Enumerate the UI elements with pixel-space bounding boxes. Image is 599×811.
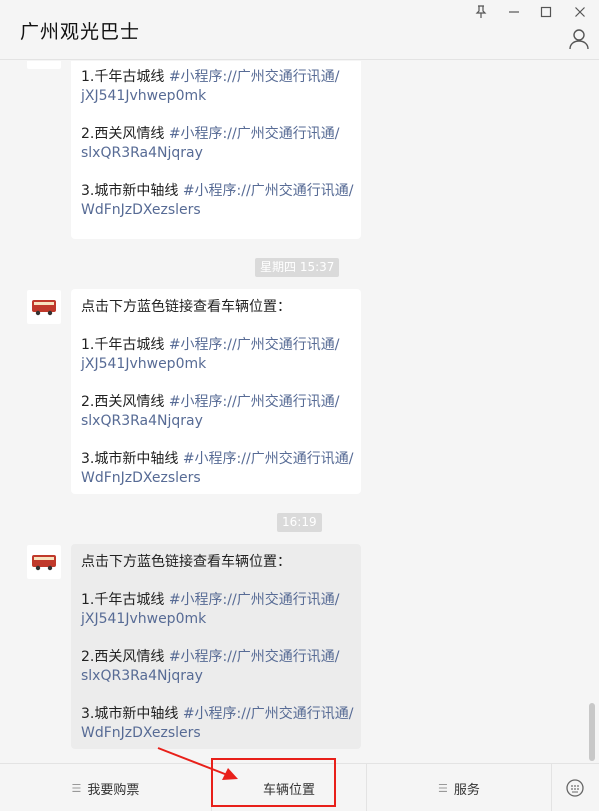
route-line-cont: WdFnJzDXezslers [81,724,201,743]
route-line: 1.千年古城线 #小程序://广州交通行讯通/ [81,69,340,85]
title-bar: 广州观光巴士 [0,0,599,60]
menu-item-label: 车辆位置 [262,782,315,798]
menu-lines-icon: ☰ [438,781,448,795]
route-line: 2.西关风情线 #小程序://广州交通行讯通/ [81,394,340,410]
miniprogram-link[interactable]: jXJ541Jvhwep0mk [81,611,206,627]
keyboard-toggle-button[interactable] [551,764,599,811]
maximize-button[interactable] [531,2,561,22]
keyboard-toggle-icon [566,779,584,797]
route-line: 2.西关风情线 #小程序://广州交通行讯通/ [81,126,340,142]
avatar[interactable] [27,61,61,69]
route-line-cont: slxQR3Ra4Njqray [81,144,203,163]
miniprogram-link[interactable]: #小程序://广州交通行讯通/ [169,69,340,85]
menu-buy-tickets[interactable]: ☰ 我要购票 [0,764,211,811]
miniprogram-link[interactable]: WdFnJzDXezslers [81,202,201,218]
message-intro: 点击下方蓝色链接查看车辆位置： [81,299,291,315]
route-line: 1.千年古城线 #小程序://广州交通行讯通/ [81,337,340,353]
user-profile-icon [569,29,589,50]
minimize-button[interactable] [499,2,529,22]
close-button[interactable] [565,2,595,22]
miniprogram-link[interactable]: #小程序://广州交通行讯通/ [183,706,354,722]
route-line-cont: WdFnJzDXezslers [81,469,201,488]
bus-logo-icon [30,61,58,62]
miniprogram-link[interactable]: jXJ541Jvhwep0mk [81,88,206,104]
miniprogram-link[interactable]: #小程序://广州交通行讯通/ [169,337,340,353]
miniprogram-link[interactable]: #小程序://广州交通行讯通/ [169,649,340,665]
timestamp: 星期四 15:37 [255,258,340,277]
miniprogram-link[interactable]: slxQR3Ra4Njqray [81,145,203,161]
route-line-cont: slxQR3Ra4Njqray [81,667,203,686]
profile-button[interactable] [567,28,591,50]
miniprogram-link[interactable]: #小程序://广州交通行讯通/ [183,451,354,467]
route-line-cont: WdFnJzDXezslers [81,201,201,220]
menu-services[interactable]: ☰ 服务 [367,764,551,811]
bus-logo-icon [32,300,56,316]
chat-area[interactable]: 1.千年古城线 #小程序://广州交通行讯通/ jXJ541Jvhwep0mk … [0,61,599,763]
message-intro: 点击下方蓝色链接查看车辆位置： [81,554,291,570]
message-bubble[interactable]: 1.千年古城线 #小程序://广州交通行讯通/ jXJ541Jvhwep0mk … [71,61,361,239]
menu-item-label: 我要购票 [87,782,140,798]
route-line-cont: slxQR3Ra4Njqray [81,412,203,431]
miniprogram-link[interactable]: WdFnJzDXezslers [81,725,201,741]
message-bubble[interactable]: 点击下方蓝色链接查看车辆位置： 1.千年古城线 #小程序://广州交通行讯通/ … [71,289,361,494]
minimize-icon [509,11,519,13]
miniprogram-link[interactable]: #小程序://广州交通行讯通/ [169,592,340,608]
timestamp: 16:19 [277,513,322,532]
route-line-cont: jXJ541Jvhwep0mk [81,355,206,374]
route-line: 3.城市新中轴线 #小程序://广州交通行讯通/ [81,451,354,467]
window-title: 广州观光巴士 [20,21,141,43]
miniprogram-link[interactable]: jXJ541Jvhwep0mk [81,356,206,372]
menu-vehicle-location[interactable]: 车辆位置 [212,764,366,811]
route-line: 3.城市新中轴线 #小程序://广州交通行讯通/ [81,183,354,199]
miniprogram-link[interactable]: slxQR3Ra4Njqray [81,413,203,429]
menu-lines-icon: ☰ [71,781,82,795]
miniprogram-link[interactable]: slxQR3Ra4Njqray [81,668,203,684]
miniprogram-link[interactable]: #小程序://广州交通行讯通/ [169,394,340,410]
route-line-cont: jXJ541Jvhwep0mk [81,87,206,106]
bus-logo-icon [32,555,56,571]
miniprogram-link[interactable]: #小程序://广州交通行讯通/ [183,183,354,199]
official-account-menu: ☰ 我要购票 车辆位置 ☰ 服务 [0,763,599,811]
pin-button[interactable] [466,2,496,22]
route-line-cont: jXJ541Jvhwep0mk [81,610,206,629]
miniprogram-link[interactable]: WdFnJzDXezslers [81,470,201,486]
chat-scrollbar[interactable] [589,703,595,761]
route-line: 3.城市新中轴线 #小程序://广州交通行讯通/ [81,706,354,722]
maximize-icon [540,6,552,18]
avatar[interactable] [27,290,61,324]
pin-icon [475,5,487,18]
route-line: 1.千年古城线 #小程序://广州交通行讯通/ [81,592,340,608]
message-bubble[interactable]: 点击下方蓝色链接查看车辆位置： 1.千年古城线 #小程序://广州交通行讯通/ … [71,544,361,749]
close-icon [575,7,585,17]
route-line: 2.西关风情线 #小程序://广州交通行讯通/ [81,649,340,665]
miniprogram-link[interactable]: #小程序://广州交通行讯通/ [169,126,340,142]
menu-item-label: 服务 [453,782,480,798]
avatar[interactable] [27,545,61,579]
